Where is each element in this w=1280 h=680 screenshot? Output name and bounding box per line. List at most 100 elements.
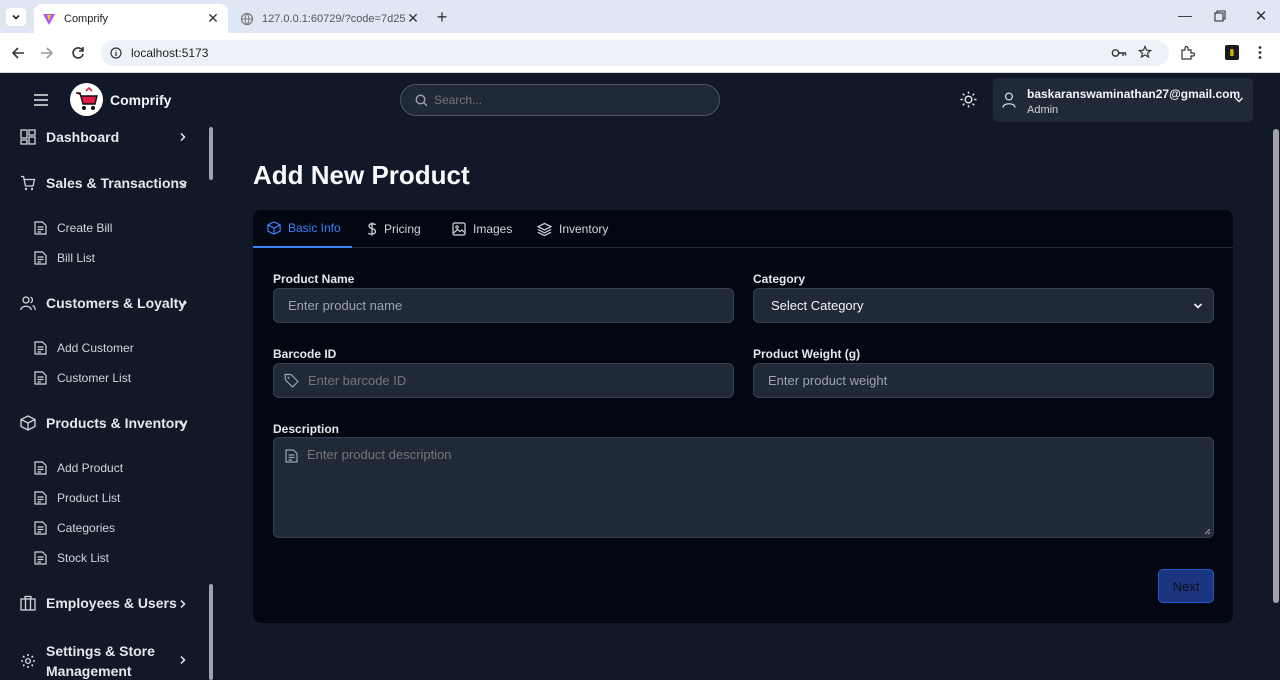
browser-tab-active[interactable]: Comprify ✕ (34, 4, 228, 33)
brand-logo[interactable] (70, 83, 103, 116)
sidebar-item-sales[interactable]: Sales & Transactions (20, 175, 187, 191)
reload-icon[interactable] (71, 46, 85, 60)
resize-handle-icon[interactable] (1204, 528, 1211, 535)
sidebar-item-dashboard[interactable]: Dashboard (20, 129, 119, 145)
tab-label: Basic Info (288, 221, 341, 235)
main-scrollbar-thumb[interactable] (1273, 129, 1279, 603)
description-textarea[interactable] (307, 447, 1202, 531)
product-name-input[interactable] (273, 288, 734, 323)
more-menu-icon[interactable] (1258, 45, 1262, 60)
close-tab-icon[interactable]: ✕ (406, 10, 420, 27)
tab-images[interactable]: Images (452, 210, 512, 248)
dollar-icon (367, 222, 377, 236)
user-email: baskaranswaminathan27@gmail.com (1027, 87, 1241, 101)
profile-extension-icon[interactable]: ▮ (1225, 45, 1239, 60)
sidebar-item-create-bill[interactable]: Create Bill (34, 221, 112, 235)
search-input[interactable] (434, 93, 694, 107)
theme-toggle-sun-icon[interactable] (960, 91, 977, 108)
hamburger-menu-icon[interactable] (34, 94, 48, 106)
document-icon (34, 341, 47, 355)
barcode-input[interactable] (308, 373, 708, 388)
sidebar-label: Add Customer (57, 341, 134, 355)
sidebar-label: Employees & Users (46, 595, 177, 611)
layers-icon (537, 222, 552, 236)
product-weight-input[interactable] (753, 363, 1214, 398)
shopping-cart-logo-icon (76, 86, 98, 110)
chevron-down-icon (178, 301, 188, 307)
box-icon (20, 415, 36, 431)
user-icon (1002, 92, 1016, 108)
close-tab-icon[interactable]: ✕ (206, 10, 220, 27)
document-icon (34, 461, 47, 475)
sidebar-item-product-list[interactable]: Product List (34, 491, 120, 505)
sidebar-label: Management (46, 663, 132, 679)
browser-tab-title: Comprify (64, 12, 109, 25)
dashboard-icon (20, 129, 36, 145)
sidebar-item-customers[interactable]: Customers & Loyalty (20, 295, 186, 311)
browser-tab-title: 127.0.0.1:60729/?code=7d2514 (262, 12, 406, 25)
category-select[interactable]: Select Category (753, 288, 1214, 323)
document-icon (285, 449, 298, 463)
new-tab-button[interactable]: + (432, 7, 452, 27)
browser-toolbar: localhost:5173 ▮ (0, 33, 1280, 73)
document-icon (34, 221, 47, 235)
sidebar-label: Add Product (57, 461, 124, 475)
sidebar-label: Product List (57, 491, 121, 505)
sidebar-label: Stock List (57, 551, 110, 565)
barcode-field[interactable] (273, 363, 734, 398)
minimize-button[interactable]: — (1176, 7, 1194, 25)
page-title: Add New Product (253, 160, 470, 190)
site-info-icon[interactable] (110, 47, 122, 59)
chevron-down-icon (178, 181, 188, 187)
chevron-right-icon (180, 655, 186, 665)
sidebar-item-add-customer[interactable]: Add Customer (34, 341, 134, 355)
sidebar-item-add-product[interactable]: Add Product (34, 461, 123, 475)
tab-basic-info[interactable]: Basic Info (253, 210, 352, 248)
tab-pricing[interactable]: Pricing (367, 210, 421, 248)
document-icon (34, 521, 47, 535)
brand-name: Comprify (110, 92, 172, 108)
bookmark-star-icon[interactable] (1138, 45, 1152, 59)
sidebar-item-settings[interactable]: Settings & Store Management (20, 641, 155, 680)
app-header: Comprify baskaranswaminathan27@gmail.com… (0, 73, 1280, 127)
back-icon[interactable] (11, 46, 25, 60)
box-icon (267, 221, 281, 235)
sidebar-label: Products & Inventory (46, 415, 188, 431)
tab-label: Images (473, 222, 513, 236)
vite-favicon-icon (43, 13, 55, 25)
close-window-button[interactable]: ✕ (1252, 7, 1270, 25)
description-field[interactable] (273, 437, 1214, 538)
product-name-label: Product Name (273, 272, 355, 286)
chevron-down-icon (1234, 97, 1244, 103)
browser-tab-strip: Comprify ✕ 127.0.0.1:60729/?code=7d2514 … (0, 0, 1280, 33)
user-menu[interactable]: baskaranswaminathan27@gmail.com Admin (993, 78, 1253, 122)
shopping-cart-icon (21, 175, 36, 191)
sidebar-item-categories[interactable]: Categories (34, 521, 115, 535)
address-bar[interactable]: localhost:5173 (101, 40, 1169, 66)
next-button[interactable]: Next (1158, 569, 1214, 603)
document-icon (34, 551, 47, 565)
sidebar-label: Sales & Transactions (46, 175, 187, 191)
globe-icon (240, 12, 254, 25)
sidebar-item-employees[interactable]: Employees & Users (20, 595, 177, 611)
forward-icon[interactable] (40, 46, 54, 60)
tab-inventory[interactable]: Inventory (537, 210, 608, 248)
chevron-right-icon (180, 599, 186, 609)
search-bar[interactable] (400, 84, 720, 116)
barcode-label: Barcode ID (273, 347, 337, 361)
browser-tab-inactive[interactable]: 127.0.0.1:60729/?code=7d2514 ✕ (232, 4, 428, 33)
password-key-icon[interactable] (1111, 47, 1127, 59)
search-icon (415, 93, 428, 106)
product-weight-label: Product Weight (g) (753, 347, 861, 361)
sidebar-item-customer-list[interactable]: Customer List (34, 371, 131, 385)
maximize-button[interactable] (1214, 10, 1226, 22)
sidebar-item-stock-list[interactable]: Stock List (34, 551, 109, 565)
sidebar-item-products[interactable]: Products & Inventory (20, 415, 188, 431)
document-icon (34, 491, 47, 505)
chevron-down-icon (12, 14, 20, 20)
tab-search-button[interactable] (6, 8, 26, 26)
url-text: localhost:5173 (131, 46, 209, 60)
sidebar-item-bill-list[interactable]: Bill List (34, 251, 95, 265)
sidebar-label: Customers & Loyalty (46, 295, 187, 311)
extensions-icon[interactable] (1180, 45, 1195, 60)
